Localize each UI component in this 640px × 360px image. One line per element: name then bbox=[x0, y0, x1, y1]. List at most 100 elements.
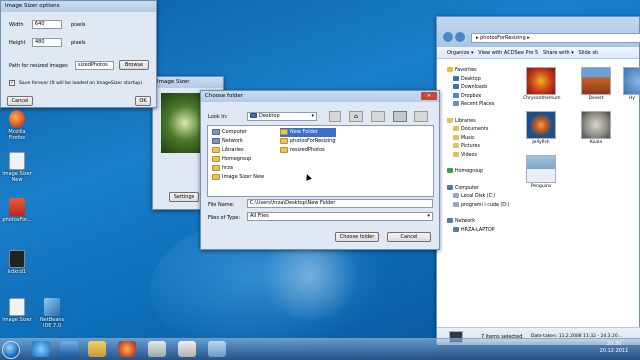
taskbar-app-icon[interactable] bbox=[178, 341, 196, 357]
folder-item-homegroup[interactable]: Homegroup bbox=[212, 155, 264, 164]
nav-pictures[interactable]: Pictures bbox=[447, 143, 515, 152]
cancel-button[interactable]: Cancel bbox=[387, 232, 431, 242]
explorer-address-bar[interactable]: ▸ photosForResizing ▸ bbox=[471, 33, 640, 43]
desktop-icon-photos[interactable]: photosFor... bbox=[0, 198, 34, 223]
thumbnail-chrysanthemum[interactable]: Chrysanthemum bbox=[523, 67, 560, 101]
files-of-type-select[interactable]: All Files ▾ bbox=[247, 212, 433, 221]
desktop-icon-firefox[interactable]: Mozilla Firefox bbox=[0, 110, 34, 141]
organize-button[interactable]: Organize bbox=[447, 50, 469, 56]
nav-downloads[interactable]: Downloads bbox=[447, 84, 515, 93]
look-in-select[interactable]: Desktop ▾ bbox=[247, 112, 317, 121]
folder-icon bbox=[212, 164, 220, 171]
options-dialog[interactable]: Image Sizer options Width 640 pixels Hei… bbox=[0, 0, 157, 108]
thumbnail-penguins[interactable]: Penguins bbox=[523, 155, 559, 189]
thumbnail-jellyfish[interactable]: Jellyfish bbox=[523, 111, 559, 145]
thumbnail-hydrangeas[interactable]: Hy bbox=[623, 67, 640, 101]
folder-item-photos-for-resizing[interactable]: photosForResizing bbox=[280, 137, 336, 146]
documents-icon bbox=[453, 126, 459, 131]
height-label: Height bbox=[9, 40, 26, 46]
thumbnail-image bbox=[581, 67, 611, 95]
taskbar-media-player-icon[interactable] bbox=[60, 341, 78, 357]
width-unit: pixels bbox=[71, 22, 86, 28]
nav-dropbox[interactable]: Dropbox bbox=[447, 92, 515, 102]
folder-icon bbox=[280, 146, 288, 153]
clock-date[interactable]: 20.12.2011 bbox=[590, 348, 638, 355]
taskbar-java-icon[interactable] bbox=[148, 341, 166, 357]
nav-music[interactable]: Music bbox=[447, 134, 515, 144]
folder-list[interactable]: Computer Network Libraries Homegroup hrz… bbox=[207, 125, 434, 197]
clock-time[interactable]: 20:30 bbox=[590, 341, 638, 348]
choose-folder-dialog[interactable]: Choose folder ✕ Look In: Desktop ▾ ⌂ Com… bbox=[200, 90, 440, 250]
browse-button[interactable]: Browse bbox=[119, 60, 149, 70]
path-input[interactable]: sizedPhotos bbox=[75, 61, 114, 70]
downloads-icon bbox=[453, 84, 459, 89]
nav-documents[interactable]: Documents bbox=[447, 126, 515, 135]
nav-hrza-laptop[interactable]: HRZA-LAPTOP bbox=[447, 226, 515, 236]
navigation-pane: Favorites Desktop Downloads Dropbox Rece… bbox=[447, 67, 515, 235]
settings-button[interactable]: Settings bbox=[169, 192, 199, 202]
nav-recent-places[interactable]: Recent Places bbox=[447, 101, 515, 110]
explorer-window[interactable]: ▸ photosForResizing ▸ Organize ▾ View wi… bbox=[436, 16, 640, 345]
nav-computer[interactable]: Computer bbox=[447, 184, 515, 194]
folder-item-hrza[interactable]: hrza bbox=[212, 164, 264, 173]
folder-item-resized-photos[interactable]: resizedPhotos bbox=[280, 146, 336, 155]
look-in-label: Look In: bbox=[208, 114, 228, 120]
files-of-type-label: Files of Type: bbox=[208, 215, 241, 221]
desktop-icon-image-sizer-new[interactable]: Image Sizer New bbox=[0, 152, 34, 183]
folder-item-libraries[interactable]: Libraries bbox=[212, 146, 264, 155]
folder-item-network[interactable]: Network bbox=[212, 137, 264, 146]
home-button[interactable]: ⌂ bbox=[349, 111, 363, 122]
explorer-titlebar[interactable]: ▸ photosForResizing ▸ bbox=[437, 17, 640, 47]
nav-libraries[interactable]: Libraries bbox=[447, 117, 515, 127]
folder-item-image-sizer-new[interactable]: Image Sizer New bbox=[212, 173, 264, 182]
thumbnail-image bbox=[526, 155, 556, 183]
taskbar-ie-icon[interactable] bbox=[32, 341, 50, 357]
nav-videos[interactable]: Videos bbox=[447, 151, 515, 161]
folder-icon bbox=[280, 137, 288, 144]
chevron-down-icon: ▾ bbox=[311, 113, 314, 119]
libraries-icon bbox=[447, 117, 453, 123]
folder-item-computer[interactable]: Computer bbox=[212, 128, 264, 137]
desktop-icon-image-sizer[interactable]: Image Sizer bbox=[0, 298, 34, 323]
folder-icon bbox=[280, 128, 288, 135]
height-input[interactable]: 480 bbox=[32, 38, 62, 47]
choose-folder-titlebar[interactable]: Choose folder ✕ bbox=[201, 91, 439, 102]
file-name-input[interactable]: C:\Users\hrza\Desktop\New Folder bbox=[247, 199, 433, 208]
nav-homegroup[interactable]: Homegroup bbox=[447, 168, 515, 177]
share-with-button[interactable]: Share with bbox=[543, 50, 570, 56]
details-view-button[interactable] bbox=[414, 111, 428, 122]
save-forever-checkbox[interactable]: ✓ bbox=[9, 80, 15, 86]
taskbar-explorer-icon[interactable] bbox=[88, 341, 106, 357]
width-input[interactable]: 640 bbox=[32, 20, 62, 29]
nav-local-disk-c[interactable]: Local Disk (C:) bbox=[447, 193, 515, 202]
homegroup-icon bbox=[447, 168, 453, 173]
thumbnail-koala[interactable]: Koala bbox=[578, 111, 614, 145]
nav-favorites[interactable]: Favorites bbox=[447, 67, 515, 76]
options-titlebar[interactable]: Image Sizer options bbox=[1, 1, 156, 12]
dropbox-icon bbox=[453, 92, 459, 98]
nav-disk-d[interactable]: programi i cuda (D:) bbox=[447, 201, 515, 211]
folder-item-new-folder[interactable]: New Folder bbox=[280, 128, 336, 137]
mouse-cursor-icon bbox=[304, 173, 312, 181]
back-button[interactable] bbox=[443, 32, 453, 42]
slide-show-button[interactable]: Slide sh bbox=[579, 50, 599, 56]
list-view-button[interactable] bbox=[393, 111, 407, 122]
nav-network[interactable]: Network bbox=[447, 218, 515, 227]
desktop-icon-netbeans[interactable]: NetBeans IDE 7.0 bbox=[35, 298, 69, 329]
recent-places-icon bbox=[453, 101, 459, 106]
thumbnail-desert[interactable]: Desert bbox=[578, 67, 614, 101]
up-folder-button[interactable] bbox=[329, 111, 341, 122]
ok-button[interactable]: OK bbox=[135, 96, 151, 106]
choose-folder-button[interactable]: Choose folder bbox=[335, 232, 379, 242]
desktop-icon-kdxcd1[interactable]: kdxcd1 bbox=[0, 250, 34, 275]
cancel-button[interactable]: Cancel bbox=[7, 96, 33, 106]
view-acdsee-button[interactable]: View with ACDSee Pro 5 bbox=[478, 50, 538, 56]
image-sizer-titlebar[interactable]: Image Sizer bbox=[153, 77, 223, 88]
forward-button[interactable] bbox=[455, 32, 465, 42]
nav-desktop[interactable]: Desktop bbox=[447, 75, 515, 85]
close-icon[interactable]: ✕ bbox=[421, 92, 437, 100]
new-folder-button[interactable] bbox=[371, 111, 385, 122]
start-button[interactable] bbox=[2, 341, 20, 359]
taskbar-notepad-icon[interactable] bbox=[208, 341, 226, 357]
taskbar-firefox-icon[interactable] bbox=[118, 341, 136, 357]
